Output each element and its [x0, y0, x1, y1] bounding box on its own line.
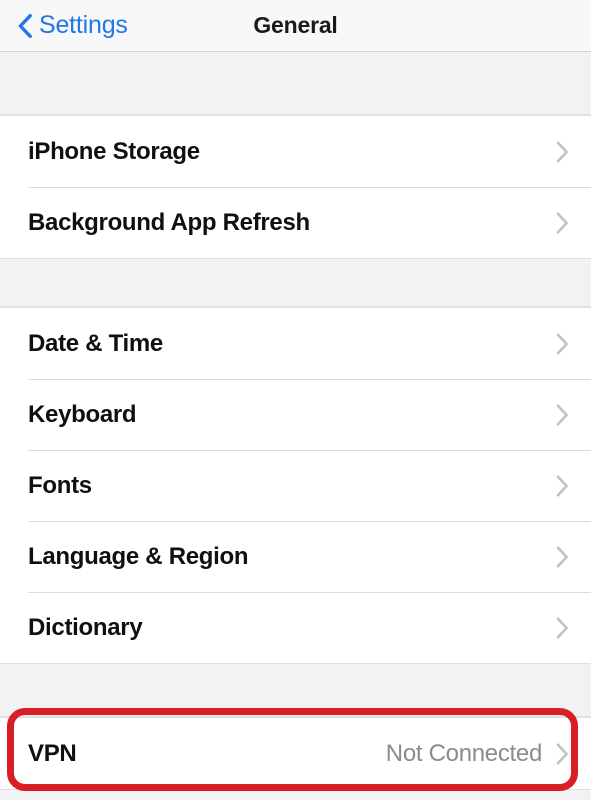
list-item-label: Language & Region	[28, 542, 249, 570]
list-item-label: Date & Time	[28, 329, 163, 357]
list-item-language-and-region[interactable]: Language & Region	[0, 521, 591, 592]
list-item-label: Dictionary	[28, 613, 143, 641]
section-gap-2	[0, 664, 591, 717]
chevron-right-icon	[556, 617, 568, 638]
navigation-bar: Settings General	[0, 0, 591, 52]
list-item-label: VPN	[28, 739, 77, 767]
list-item-vpn[interactable]: VPN Not Connected	[0, 718, 591, 789]
chevron-right-icon	[556, 404, 568, 425]
chevron-left-icon	[18, 13, 32, 38]
settings-general-screen: Settings General iPhone Storage Backgrou…	[0, 0, 591, 800]
back-button[interactable]: Settings	[18, 0, 128, 51]
storage-section: iPhone Storage Background App Refresh	[0, 115, 591, 259]
chevron-right-icon	[556, 743, 568, 764]
list-item-label: Keyboard	[28, 400, 137, 428]
chevron-right-icon	[556, 475, 568, 496]
list-item-keyboard[interactable]: Keyboard	[0, 379, 591, 450]
list-item-label: Background App Refresh	[28, 208, 310, 236]
section-gap-top	[0, 52, 591, 115]
list-item-label: Fonts	[28, 471, 92, 499]
list-item-label: iPhone Storage	[28, 137, 200, 165]
chevron-right-icon	[556, 333, 568, 354]
list-item-fonts[interactable]: Fonts	[0, 450, 591, 521]
vpn-section: VPN Not Connected	[0, 717, 591, 790]
chevron-right-icon	[556, 141, 568, 162]
vpn-status-value: Not Connected	[385, 739, 543, 767]
list-item-dictionary[interactable]: Dictionary	[0, 592, 591, 663]
chevron-right-icon	[556, 212, 568, 233]
chevron-right-icon	[556, 546, 568, 567]
list-item-background-app-refresh[interactable]: Background App Refresh	[0, 187, 591, 258]
back-button-label: Settings	[39, 11, 128, 39]
list-item-iphone-storage[interactable]: iPhone Storage	[0, 116, 591, 187]
list-item-date-and-time[interactable]: Date & Time	[0, 308, 591, 379]
localization-section: Date & Time Keyboard Fonts Language & Re…	[0, 307, 591, 664]
vpn-section-wrapper: VPN Not Connected	[0, 708, 591, 791]
section-gap-1	[0, 259, 591, 307]
